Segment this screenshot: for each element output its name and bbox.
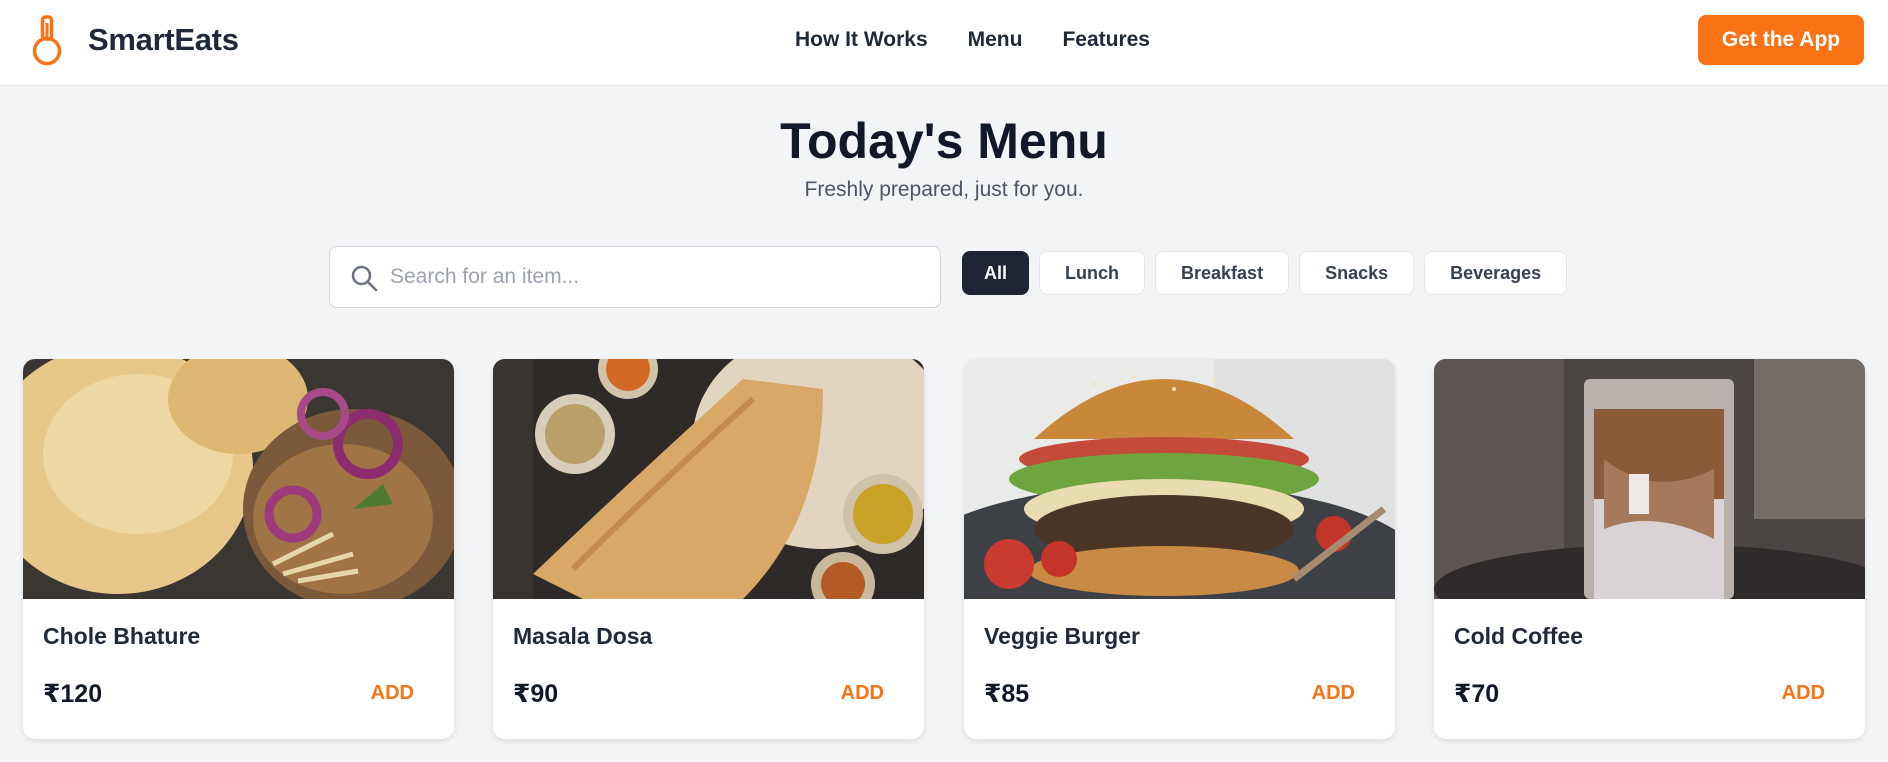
nav-features[interactable]: Features <box>1062 28 1150 52</box>
get-the-app-button[interactable]: Get the App <box>1698 15 1864 65</box>
menu-card-veggie-burger[interactable]: Veggie Burger ₹85 ADD <box>964 359 1395 739</box>
page-title: Today's Menu <box>780 113 1108 169</box>
filter-beverages[interactable]: Beverages <box>1424 251 1568 295</box>
item-name: Cold Coffee <box>1454 623 1584 649</box>
menu-card-masala-dosa[interactable]: Masala Dosa ₹90 ADD <box>493 359 924 739</box>
add-button[interactable]: ADD <box>371 682 414 705</box>
food-image <box>493 359 924 599</box>
nav-menu[interactable]: Menu <box>968 28 1023 52</box>
filter-all[interactable]: All <box>962 251 1030 295</box>
add-button[interactable]: ADD <box>841 682 884 705</box>
item-name: Veggie Burger <box>984 623 1140 649</box>
brand-name[interactable]: SmartEats <box>88 22 239 58</box>
main-nav: How It Works Menu Features <box>795 28 1150 52</box>
search-icon <box>351 265 378 292</box>
search-box <box>329 246 941 308</box>
add-button[interactable]: ADD <box>1312 682 1355 705</box>
add-button[interactable]: ADD <box>1782 682 1825 705</box>
item-price: ₹70 <box>1454 680 1500 708</box>
search-input[interactable] <box>390 247 920 307</box>
food-image <box>964 359 1395 599</box>
item-name: Masala Dosa <box>513 623 653 649</box>
item-name: Chole Bhature <box>43 623 201 649</box>
logo-icon[interactable] <box>30 15 64 67</box>
filter-snacks[interactable]: Snacks <box>1299 251 1415 295</box>
item-price: ₹120 <box>43 680 103 708</box>
category-filters: All Lunch Breakfast Snacks Beverages <box>962 251 1568 295</box>
top-header: SmartEats How It Works Menu Features Get… <box>0 0 1888 86</box>
menu-card-chole-bhature[interactable]: Chole Bhature ₹120 ADD <box>23 359 454 739</box>
menu-card-cold-coffee[interactable]: Cold Coffee ₹70 ADD <box>1434 359 1865 739</box>
page-subtitle: Freshly prepared, just for you. <box>804 178 1084 201</box>
filter-breakfast[interactable]: Breakfast <box>1155 251 1290 295</box>
food-image <box>23 359 454 599</box>
nav-how-it-works[interactable]: How It Works <box>795 28 928 52</box>
item-price: ₹85 <box>984 680 1030 708</box>
item-price: ₹90 <box>513 680 559 708</box>
food-image <box>1434 359 1865 599</box>
filter-lunch[interactable]: Lunch <box>1039 251 1146 295</box>
